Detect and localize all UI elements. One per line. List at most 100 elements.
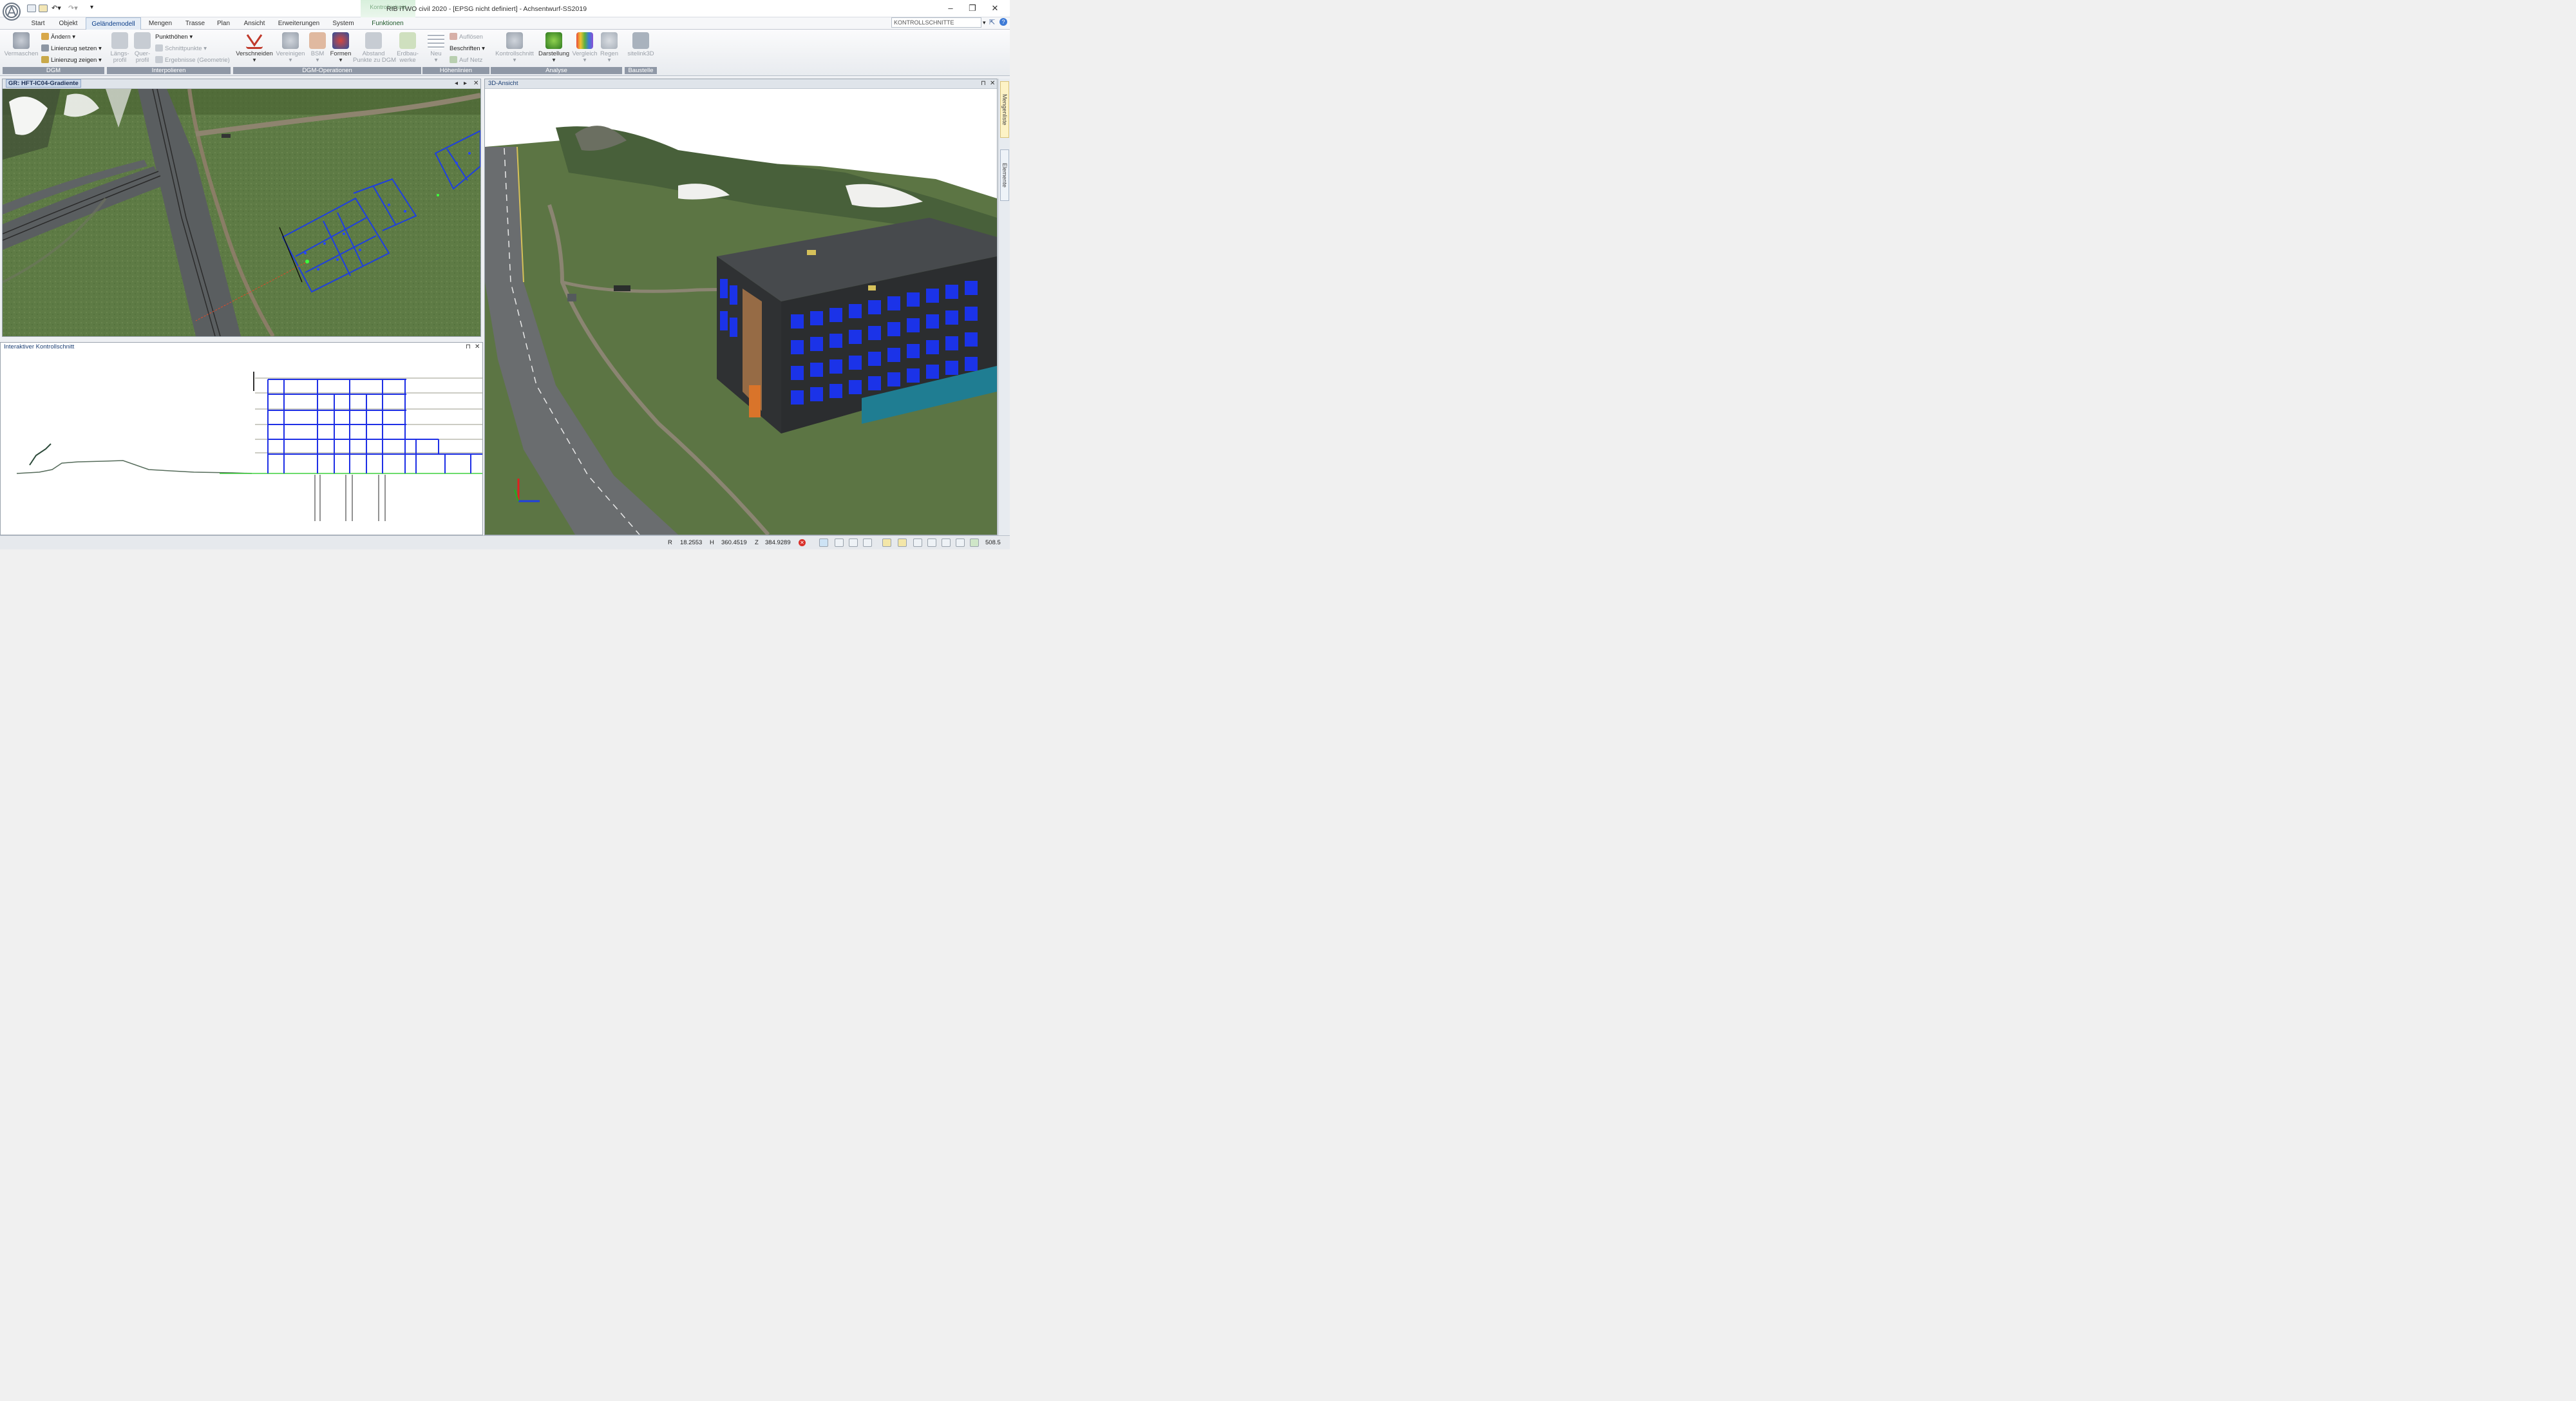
kontrollschnitt-button[interactable]: Kontrollschnitt ▾ <box>493 32 536 64</box>
abstand-button[interactable]: Abstand Punkte zu DGM <box>353 32 396 64</box>
rain-icon <box>601 32 618 49</box>
3d-close-icon[interactable]: ✕ <box>990 79 995 88</box>
tab-objekt[interactable]: Objekt <box>55 17 81 30</box>
linienzug-setzen-button[interactable]: Linienzug setzen ▾ <box>41 44 102 53</box>
aendern-button[interactable]: Ändern ▾ <box>41 32 75 42</box>
pane-prev-icon[interactable]: ◂ <box>455 79 458 88</box>
tab-start[interactable]: Start <box>27 17 49 30</box>
regen-button[interactable]: Regen ▾ <box>599 32 620 64</box>
3d-pane-header: 3D-Ansicht ⊓ ✕ <box>485 79 997 89</box>
tab-trasse[interactable]: Trasse <box>183 17 207 30</box>
help-icon[interactable]: ? <box>999 18 1007 26</box>
punkthoehen-button[interactable]: Punkthöhen ▾ <box>155 32 193 42</box>
group-label-interpolieren: Interpolieren <box>107 67 231 74</box>
sitelink-label: sitelink3D <box>627 50 654 57</box>
minimize-button[interactable]: – <box>941 3 960 14</box>
pane-next-icon[interactable]: ▸ <box>464 79 467 88</box>
side-tab-mengenliste[interactable]: Mengenliste <box>1000 81 1009 138</box>
section-pane-header: Interaktiver Kontrollschnitt ⊓ ✕ <box>1 343 482 352</box>
side-tab-elemente[interactable]: Elemente <box>1000 149 1009 201</box>
pen-icon[interactable] <box>927 538 936 547</box>
3d-canvas[interactable] <box>485 89 997 535</box>
show-polyline-icon <box>41 56 49 63</box>
section-canvas[interactable] <box>1 352 482 535</box>
laengsprofil-button[interactable]: Längs-profil <box>109 32 130 64</box>
sitelink3d-button[interactable]: sitelink3D <box>626 32 656 64</box>
layer-icon[interactable] <box>913 538 922 547</box>
linienzug-zeigen-button[interactable]: Linienzug zeigen ▾ <box>41 55 102 65</box>
tab-ansicht[interactable]: Ansicht <box>241 17 268 30</box>
tab-mengen[interactable]: Mengen <box>146 17 175 30</box>
tab-gelaendemodell[interactable]: Geländemodell <box>86 17 141 30</box>
error-icon[interactable]: ✕ <box>799 539 806 546</box>
tab-plan[interactable]: Plan <box>214 17 233 30</box>
close-button[interactable]: ✕ <box>985 3 1005 14</box>
undo-icon[interactable]: ↶▾ <box>52 4 61 12</box>
note2-icon[interactable] <box>898 538 907 547</box>
grid-icon[interactable] <box>835 538 844 547</box>
save-icon[interactable] <box>27 5 36 12</box>
title-bar: ↶▾ ↷▾ ▾ Kontrollschnitt RIB iTWO civil 2… <box>0 0 1010 21</box>
results-icon <box>155 56 163 63</box>
status-z-label: Z <box>755 539 759 546</box>
intersect-icon <box>246 32 263 49</box>
verschneiden-button[interactable]: Verschneiden ▾ <box>236 32 273 64</box>
qat-customize-icon[interactable]: ▾ <box>90 4 93 11</box>
measure-icon[interactable] <box>863 538 872 547</box>
darstellung-button[interactable]: Darstellung ▾ <box>537 32 571 64</box>
3d-view-pane[interactable]: 3D-Ansicht ⊓ ✕ <box>484 79 998 535</box>
erdbauwerke-button[interactable]: Erdbau-werke <box>395 32 420 64</box>
plan-view-canvas[interactable] <box>3 89 480 336</box>
restore-button[interactable]: ❐ <box>963 3 982 14</box>
bsm-label: BSM <box>310 50 325 57</box>
vermaschen-button[interactable]: Vermaschen <box>4 32 39 64</box>
ortho-icon[interactable] <box>849 538 858 547</box>
group-label-hoehenlinien: Höhenlinien <box>422 67 489 74</box>
pencil-icon <box>41 33 49 40</box>
ergebnisse-button[interactable]: Ergebnisse (Geometrie) <box>155 55 230 65</box>
longitudinal-profile-icon <box>111 32 128 49</box>
tab-erweiterungen[interactable]: Erweiterungen <box>276 17 322 30</box>
plan-pane-title[interactable]: GR: HFT-IC04-Gradiente <box>6 79 81 88</box>
hoehenlinien-neu-button[interactable]: Neu ▾ <box>425 32 447 64</box>
plan-view-pane[interactable]: GR: HFT-IC04-Gradiente ◂ ▸ ✕ <box>2 79 481 337</box>
status-bar: R 18.2553 H 360.4519 Z 384.9289 ✕ 508.5 <box>0 535 1010 549</box>
formen-button[interactable]: Formen ▾ <box>329 32 352 64</box>
pane-pin-icon[interactable]: ⊓ <box>466 343 471 352</box>
vergleich-button[interactable]: Vergleich ▾ <box>572 32 598 64</box>
redo-icon[interactable]: ↷▾ <box>68 4 78 12</box>
tab-funktionen[interactable]: Funktionen <box>367 17 408 30</box>
print-icon[interactable] <box>970 538 979 547</box>
zoom-icon[interactable] <box>956 538 965 547</box>
querprofil-button[interactable]: Quer-profil <box>132 32 153 64</box>
open-folder-icon[interactable] <box>39 5 48 12</box>
aufloesen-label: Auflösen <box>459 33 483 41</box>
aufloesen-button[interactable]: Auflösen <box>450 32 483 42</box>
ribbon-minimize-icon[interactable]: ⇱ <box>989 18 995 26</box>
section-pane[interactable]: Interaktiver Kontrollschnitt ⊓ ✕ <box>0 342 483 535</box>
earthwork-icon <box>399 32 416 49</box>
tab-system[interactable]: System <box>330 17 357 30</box>
mesh-icon <box>13 32 30 49</box>
status-scale: 508.5 <box>985 539 1001 546</box>
section-close-icon[interactable]: ✕ <box>475 343 480 352</box>
3d-pin-icon[interactable]: ⊓ <box>981 79 986 88</box>
note-icon[interactable] <box>882 538 891 547</box>
plan-pane-header: GR: HFT-IC04-Gradiente ◂ ▸ ✕ <box>3 79 480 89</box>
status-r-value: 18.2553 <box>680 539 703 546</box>
snap-icon[interactable] <box>819 538 828 547</box>
vereinigen-button[interactable]: Vereinigen ▾ <box>276 32 305 64</box>
vereinigen-label: Vereinigen <box>276 50 305 57</box>
app-logo-icon[interactable] <box>3 3 21 21</box>
layer-combo[interactable]: KONTROLLSCHNITTE <box>891 17 981 28</box>
select-icon[interactable] <box>942 538 951 547</box>
combo-dropdown-icon[interactable]: ▾ <box>983 19 986 26</box>
3d-pane-title: 3D-Ansicht <box>488 80 518 87</box>
auf-netz-button[interactable]: Auf Netz <box>450 55 482 65</box>
display-icon <box>545 32 562 49</box>
bsm-button[interactable]: BSM ▾ <box>308 32 327 64</box>
schnittpunkte-button[interactable]: Schnittpunkte ▾ <box>155 44 207 53</box>
beschriften-button[interactable]: Beschriften ▾ <box>450 44 485 53</box>
pane-close-icon[interactable]: ✕ <box>473 79 478 88</box>
beschriften-label: Beschriften <box>450 45 480 52</box>
